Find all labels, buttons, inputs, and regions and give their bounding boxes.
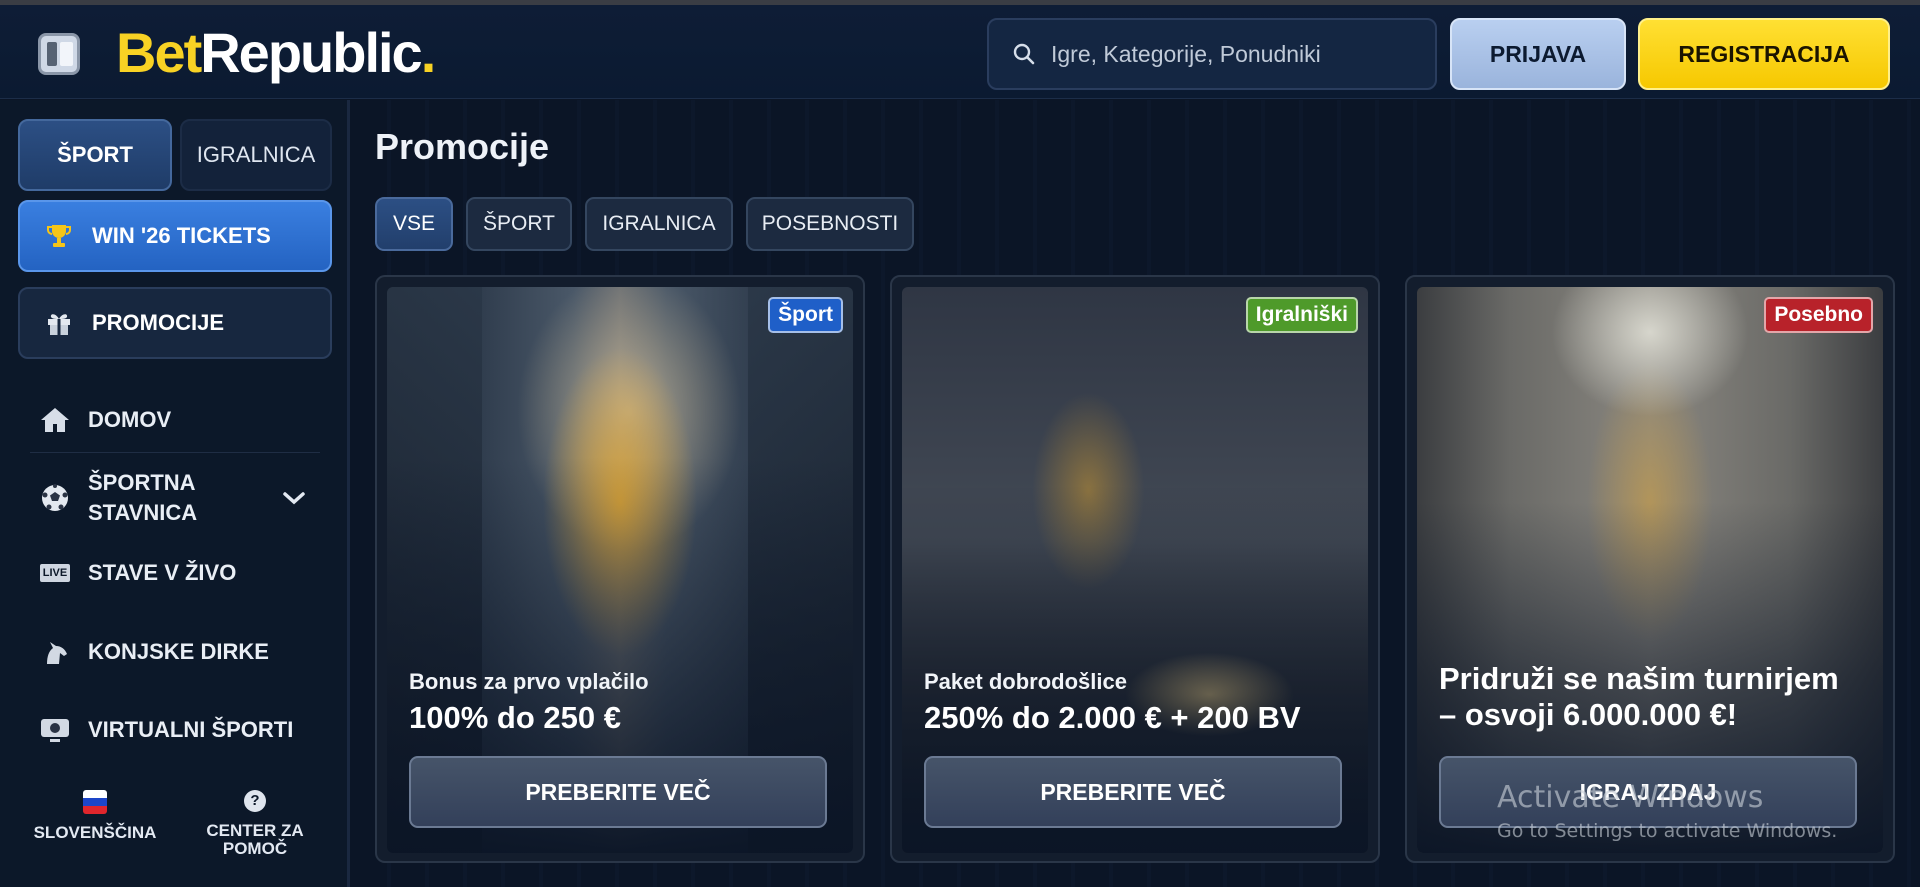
trophy-icon bbox=[42, 219, 76, 253]
language-label: SLOVENŠČINA bbox=[33, 823, 157, 842]
category-badge: Igralniški bbox=[1245, 297, 1358, 333]
read-more-button[interactable]: PREBERITE VEČ bbox=[924, 756, 1342, 828]
promo-card-casino: Igralniški Paket dobrodošlice 250% do 2.… bbox=[890, 275, 1380, 863]
sidebar-item-label: ŠPORTNA STAVNICA bbox=[88, 470, 198, 525]
virtual-sport-icon bbox=[38, 713, 72, 747]
sidebar-item-promotions[interactable]: PROMOCIJE bbox=[18, 287, 332, 359]
language-selector[interactable]: SLOVENŠČINA bbox=[30, 790, 160, 842]
main-content: Promocije VSE ŠPORT IGRALNICA POSEBNOSTI… bbox=[353, 100, 1920, 887]
header: BetRepublic. PRIJAVA REGISTRACIJA bbox=[0, 5, 1920, 99]
help-center-link[interactable]: ? CENTER ZA POMOČ bbox=[190, 790, 320, 858]
tab-casino[interactable]: IGRALNICA bbox=[180, 119, 332, 191]
promo-card-special: Posebno Pridruži se našim turnirjem – os… bbox=[1405, 275, 1895, 863]
sidebar-item-virtual-sports[interactable]: VIRTUALNI ŠPORTI bbox=[18, 698, 332, 762]
sidebar-item-sportsbook[interactable]: ŠPORTNA STAVNICA bbox=[18, 462, 332, 534]
sidebar-item-label: PROMOCIJE bbox=[92, 310, 225, 335]
home-icon bbox=[38, 403, 72, 437]
category-badge: Posebno bbox=[1764, 297, 1873, 333]
page-title: Promocije bbox=[375, 126, 550, 167]
sidebar-item-horse-racing[interactable]: KONJSKE DIRKE bbox=[18, 620, 332, 684]
slovenia-flag-icon bbox=[83, 790, 107, 814]
search-box[interactable] bbox=[987, 18, 1437, 90]
win26-tickets-button[interactable]: WIN '26 TICKETS bbox=[18, 200, 332, 272]
gift-icon bbox=[42, 306, 76, 340]
filter-all[interactable]: VSE bbox=[375, 197, 453, 251]
sidebar: ŠPORT IGRALNICA WIN '26 TICKETS PROMOCIJ… bbox=[0, 100, 350, 887]
promo-headline: Pridruži se našim turnirjem – osvoji 6.0… bbox=[1439, 661, 1839, 732]
horse-icon bbox=[38, 635, 72, 669]
help-label-line2: POMOČ bbox=[222, 839, 288, 858]
read-more-button[interactable]: PREBERITE VEČ bbox=[409, 756, 827, 828]
sidebar-toggle-icon[interactable] bbox=[38, 33, 80, 75]
divider bbox=[30, 452, 320, 453]
logo[interactable]: BetRepublic. bbox=[116, 15, 436, 91]
promo-image-footballer-temple: Posebno Pridruži se našim turnirjem – os… bbox=[1417, 287, 1883, 853]
sidebar-item-live-bets[interactable]: LIVE STAVE V ŽIVO bbox=[18, 543, 332, 603]
chevron-down-icon[interactable] bbox=[282, 490, 306, 506]
category-badge: Šport bbox=[768, 297, 843, 333]
promo-headline: 250% do 2.000 € + 200 BV bbox=[924, 700, 1301, 735]
promo-headline: 100% do 250 € bbox=[409, 700, 621, 735]
search-icon bbox=[1013, 43, 1035, 65]
register-button[interactable]: REGISTRACIJA bbox=[1638, 18, 1890, 90]
promo-image-footballer-city: Šport Bonus za prvo vplačilo 100% do 250… bbox=[387, 287, 853, 853]
tab-sport[interactable]: ŠPORT bbox=[18, 119, 172, 191]
sidebar-item-label: VIRTUALNI ŠPORTI bbox=[88, 717, 294, 742]
promo-image-roulette: Igralniški Paket dobrodošlice 250% do 2.… bbox=[902, 287, 1368, 853]
help-label-line1: CENTER ZA bbox=[206, 821, 304, 840]
windows-activation-watermark: Activate Windows bbox=[1497, 780, 1764, 815]
filter-specials[interactable]: POSEBNOSTI bbox=[746, 197, 914, 251]
help-icon: ? bbox=[244, 790, 266, 812]
promo-subtitle: Paket dobrodošlice bbox=[924, 669, 1127, 694]
win26-label: WIN '26 TICKETS bbox=[92, 223, 271, 248]
sidebar-item-label: KONJSKE DIRKE bbox=[88, 639, 269, 664]
login-button[interactable]: PRIJAVA bbox=[1450, 18, 1626, 90]
soccer-ball-icon bbox=[38, 481, 72, 515]
live-icon: LIVE bbox=[38, 556, 72, 590]
promo-subtitle: Bonus za prvo vplačilo bbox=[409, 669, 649, 694]
sidebar-item-label: STAVE V ŽIVO bbox=[88, 560, 237, 585]
windows-activation-hint: Go to Settings to activate Windows. bbox=[1497, 820, 1838, 842]
filter-casino[interactable]: IGRALNICA bbox=[585, 197, 733, 251]
sidebar-item-home[interactable]: DOMOV bbox=[18, 390, 332, 450]
sidebar-item-label: DOMOV bbox=[88, 407, 172, 432]
search-input[interactable] bbox=[1051, 40, 1431, 68]
filter-sport[interactable]: ŠPORT bbox=[466, 197, 572, 251]
promo-card-sport: Šport Bonus za prvo vplačilo 100% do 250… bbox=[375, 275, 865, 863]
